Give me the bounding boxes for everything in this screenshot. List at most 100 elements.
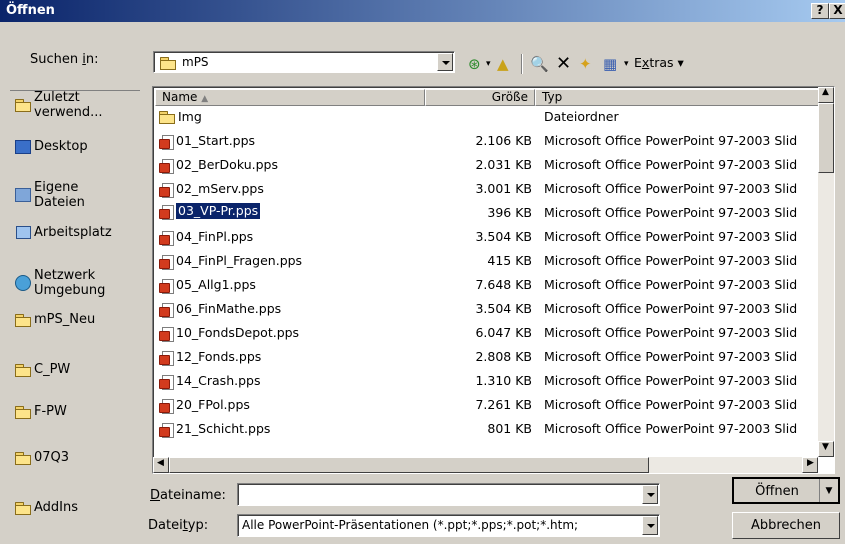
file-type: Microsoft Office PowerPoint 97-2003 Slid (544, 253, 798, 268)
file-size: 2.031 KB (475, 157, 532, 172)
powerpoint-show-icon (159, 158, 174, 174)
look-in-label: Suchen in: (30, 52, 99, 67)
places-item-label: mPS_Neu (34, 312, 96, 327)
up-folder-icon[interactable]: ▲ (497, 56, 509, 72)
file-row[interactable]: 04_FinPl_Fragen.pps 415 KB Microsoft Offic… (155, 251, 819, 271)
vertical-scrollbar[interactable]: ▲ ▼ (818, 87, 834, 457)
powerpoint-show-icon (159, 350, 174, 366)
powerpoint-show-icon (159, 204, 174, 220)
file-size: 3.504 KB (475, 229, 532, 244)
places-item-label: 07Q3 (34, 450, 70, 465)
file-name: 14_Crash.pps (159, 371, 260, 391)
open-dropdown-icon[interactable]: ▼ (819, 479, 838, 502)
places-item-0[interactable]: Zuletzt verwend... (12, 90, 138, 120)
file-name: 06_FinMathe.pps (159, 299, 281, 319)
views-dropdown-icon[interactable]: ▾ (624, 56, 629, 72)
filetype-label: Dateityp: (148, 518, 209, 533)
file-row[interactable]: 14_Crash.pps 1.310 KB Microsoft Office Pow… (155, 371, 819, 391)
file-type: Microsoft Office PowerPoint 97-2003 Slid (544, 205, 798, 220)
file-row[interactable]: 04_FinPl.pps 3.504 KB Microsoft Office Pow… (155, 227, 819, 247)
file-row[interactable]: 10_FondsDepot.pps 6.047 KB Microsoft Offic… (155, 323, 819, 343)
open-button[interactable]: Öffnen ▼ (732, 477, 840, 504)
places-item-2[interactable]: Eigene Dateien (12, 180, 138, 210)
file-name-text: 21_Schicht.pps (176, 421, 271, 436)
file-name: 12_Fonds.pps (159, 347, 261, 367)
file-size: 3.504 KB (475, 301, 532, 316)
file-size: 3.001 KB (475, 181, 532, 196)
places-item-label: Arbeitsplatz (34, 225, 112, 240)
powerpoint-show-icon (159, 230, 174, 246)
places-item-5[interactable]: mPS_Neu (12, 312, 138, 327)
file-row[interactable]: 03_VP-Pr.pps 396 KB Microsoft Office Power… (155, 202, 819, 223)
places-item-4[interactable]: Netzwerk Umgebung (12, 268, 138, 298)
file-type: Microsoft Office PowerPoint 97-2003 Slid (544, 157, 798, 172)
chevron-down-icon[interactable] (642, 485, 658, 504)
back-icon[interactable]: ⊛ (468, 56, 481, 72)
folder-row[interactable]: Img Dateiordner (155, 107, 819, 127)
file-name-text: 04_FinPl.pps (176, 229, 254, 244)
powerpoint-show-icon (159, 374, 174, 390)
extras-menu[interactable]: Extras ▾ (634, 55, 684, 70)
file-row[interactable]: 02_BerDoku.pps 2.031 KB Microsoft Office P… (155, 155, 819, 175)
horizontal-scrollbar-thumb[interactable] (169, 457, 649, 473)
file-name: 21_Schicht.pps (159, 419, 270, 439)
powerpoint-show-icon (159, 182, 174, 198)
file-name-text: 10_FondsDepot.pps (176, 325, 300, 340)
file-list[interactable]: Name ▲ Größe Typ Img Dateiordner 01_Start.… (152, 86, 835, 474)
places-item-1[interactable]: Desktop (12, 139, 138, 154)
file-name: 10_FondsDepot.pps (159, 323, 299, 343)
folder-icon (160, 55, 176, 70)
file-row[interactable]: 12_Fonds.pps 2.808 KB Microsoft Office Pow… (155, 347, 819, 367)
file-row[interactable]: 01_Start.pps 2.106 KB Microsoft Office Pow… (155, 131, 819, 151)
places-item-label: Desktop (34, 139, 88, 154)
file-row[interactable]: 20_FPol.pps 7.261 KB Microsoft Office Powe… (155, 395, 819, 415)
places-item-6[interactable]: C_PW (12, 362, 138, 377)
places-item-3[interactable]: Arbeitsplatz (12, 225, 138, 240)
delete-icon[interactable]: ✕ (556, 55, 571, 73)
horizontal-scrollbar[interactable]: ◀ ▶ (153, 457, 818, 473)
file-name-text: 20_FPol.pps (176, 397, 250, 412)
chevron-down-icon[interactable] (642, 516, 658, 535)
cancel-button[interactable]: Abbrechen (732, 512, 840, 539)
filetype-select[interactable]: Alle PowerPoint-Präsentationen (*.ppt;*.… (237, 514, 660, 537)
file-row[interactable]: 21_Schicht.pps 801 KB Microsoft Office Pow… (155, 419, 819, 439)
file-row[interactable]: 05_Allg1.pps 7.648 KB Microsoft Office Pow… (155, 275, 819, 295)
scroll-up-button[interactable]: ▲ (818, 87, 834, 103)
scroll-left-button[interactable]: ◀ (153, 457, 169, 473)
file-size: 7.261 KB (475, 397, 532, 412)
window-title: Öffnen (6, 3, 55, 18)
file-name: 04_FinPl_Fragen.pps (159, 251, 302, 271)
filename-input[interactable] (237, 483, 660, 506)
help-button[interactable]: ? (811, 3, 829, 19)
back-dropdown-icon[interactable]: ▾ (486, 56, 491, 72)
scroll-right-button[interactable]: ▶ (802, 457, 818, 473)
places-item-label: Eigene Dateien (34, 180, 85, 210)
file-size: 2.808 KB (475, 349, 532, 364)
powerpoint-show-icon (159, 422, 174, 438)
views-icon[interactable]: ▦ (603, 56, 617, 72)
file-size: 415 KB (487, 253, 532, 268)
file-row[interactable]: 02_mServ.pps 3.001 KB Microsoft Office Pow… (155, 179, 819, 199)
new-folder-icon[interactable]: ✦ (579, 56, 592, 72)
file-name-text: 04_FinPl_Fragen.pps (176, 253, 303, 268)
places-item-7[interactable]: F-PW (12, 404, 138, 419)
powerpoint-show-icon (159, 278, 174, 294)
chevron-down-icon[interactable] (437, 53, 453, 71)
file-name: 20_FPol.pps (159, 395, 250, 415)
close-button[interactable]: X (829, 3, 845, 19)
places-item-8[interactable]: 07Q3 (12, 450, 138, 465)
column-header-size[interactable]: Größe (425, 89, 535, 106)
scrollbar-thumb[interactable] (818, 103, 834, 173)
recent-folder-icon (12, 99, 34, 112)
places-item-label: Zuletzt verwend... (34, 90, 103, 120)
column-header-name[interactable]: Name ▲ (155, 89, 425, 106)
file-name: 04_FinPl.pps (159, 227, 253, 247)
folder-icon (159, 111, 175, 124)
look-in-combo[interactable]: mPS (153, 51, 455, 73)
places-item-9[interactable]: AddIns (12, 500, 138, 515)
folder-icon (12, 501, 34, 515)
file-row[interactable]: 06_FinMathe.pps 3.504 KB Microsoft Office … (155, 299, 819, 319)
scroll-down-button[interactable]: ▼ (818, 441, 834, 457)
column-header-type[interactable]: Typ (535, 89, 819, 106)
search-web-icon[interactable]: 🔍 (530, 56, 549, 72)
